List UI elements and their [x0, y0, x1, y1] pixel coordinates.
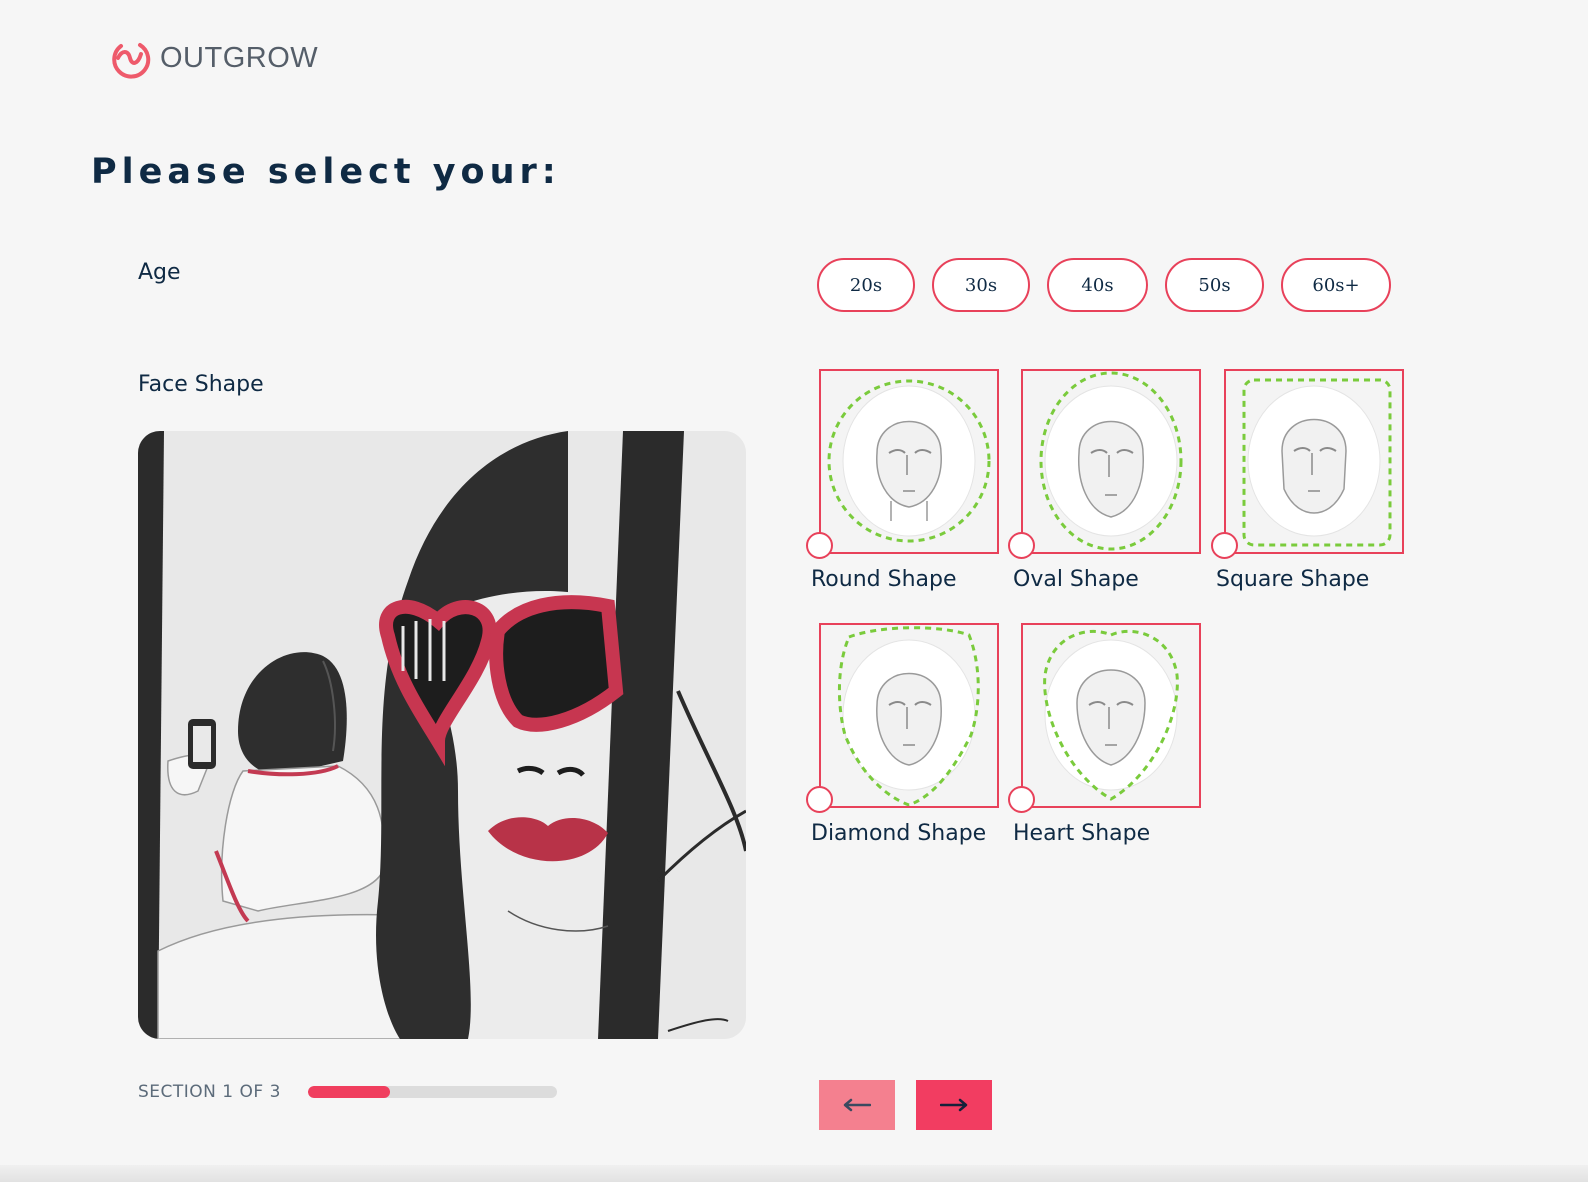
face-option-label: Heart Shape	[1013, 821, 1151, 846]
age-option-50s[interactable]: 50s	[1165, 258, 1264, 312]
face-thumbnail	[1021, 369, 1201, 554]
age-option-30s[interactable]: 30s	[932, 258, 1030, 312]
face-option-radio[interactable]	[806, 532, 833, 559]
face-option-heart[interactable]: Heart Shape	[1008, 623, 1201, 853]
page-title: Please select your:	[91, 152, 561, 192]
face-thumbnail	[819, 369, 999, 554]
face-option-label: Diamond Shape	[811, 821, 987, 846]
face-option-oval[interactable]: Oval Shape	[1008, 369, 1201, 599]
brand-logo[interactable]: OUTGROW	[108, 36, 318, 80]
face-option-round[interactable]: Round Shape	[806, 369, 999, 599]
face-option-diamond[interactable]: Diamond Shape	[806, 623, 999, 853]
face-option-radio[interactable]	[1008, 532, 1035, 559]
section-progress-text: SECTION 1 OF 3	[138, 1082, 281, 1102]
age-options: 20s 30s 40s 50s 60s+	[817, 258, 1391, 312]
brand-name: OUTGROW	[160, 41, 319, 74]
face-thumbnail	[1224, 369, 1404, 554]
face-option-label: Square Shape	[1216, 567, 1370, 592]
face-thumbnail	[1021, 623, 1201, 808]
face-option-radio[interactable]	[1211, 532, 1238, 559]
age-option-40s[interactable]: 40s	[1047, 258, 1148, 312]
next-button[interactable]	[916, 1080, 992, 1130]
previous-button[interactable]	[819, 1080, 895, 1130]
arrow-right-icon	[940, 1098, 968, 1112]
age-option-20s[interactable]: 20s	[817, 258, 915, 312]
progress-bar-fill	[308, 1086, 391, 1098]
age-option-60s-plus[interactable]: 60s+	[1281, 258, 1391, 312]
face-option-radio[interactable]	[806, 786, 833, 813]
face-shape-question-label: Face Shape	[138, 372, 264, 397]
face-option-label: Oval Shape	[1013, 567, 1139, 592]
hero-illustration	[138, 431, 746, 1039]
face-option-radio[interactable]	[1008, 786, 1035, 813]
page-bottom-edge	[0, 1165, 1588, 1182]
arrow-left-icon	[843, 1098, 871, 1112]
outgrow-logo-icon	[112, 43, 151, 79]
age-question-label: Age	[138, 260, 181, 285]
face-thumbnail	[819, 623, 999, 808]
face-option-square[interactable]: Square Shape	[1211, 369, 1404, 599]
progress-bar	[308, 1086, 557, 1098]
face-option-label: Round Shape	[811, 567, 957, 592]
